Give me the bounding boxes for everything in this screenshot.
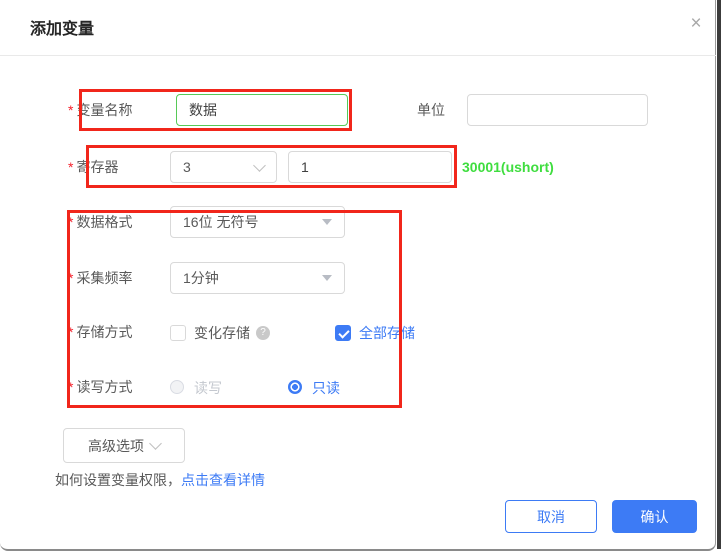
close-icon[interactable]: × <box>684 12 708 36</box>
sample-rate-label: * 采集频率 <box>68 262 132 294</box>
register-hint: 30001(ushort) <box>462 151 554 183</box>
data-format-label: * 数据格式 <box>68 206 132 238</box>
change-storage-checkbox[interactable] <box>170 325 186 341</box>
header-divider <box>0 55 716 56</box>
all-storage-checkbox[interactable] <box>335 325 351 341</box>
data-format-value: 16位 无符号 <box>183 212 258 232</box>
read-only-option-label[interactable]: 只读 <box>312 380 340 396</box>
cancel-button[interactable]: 取消 <box>505 500 597 533</box>
unit-label: 单位 <box>417 94 445 126</box>
read-write-option-label: 读写 <box>194 380 222 396</box>
chevron-down-icon <box>253 159 266 172</box>
confirm-button[interactable]: 确认 <box>612 500 697 533</box>
caret-down-icon <box>322 219 332 225</box>
storage-label: * 存储方式 <box>68 316 132 348</box>
chevron-down-icon <box>149 437 162 450</box>
dialog-title: 添加变量 <box>30 15 94 39</box>
sample-rate-select[interactable]: 1分钟 <box>170 262 345 294</box>
required-marker: * <box>68 324 73 340</box>
data-format-label-text: 数据格式 <box>76 212 132 232</box>
background-window-edge <box>717 0 721 549</box>
caret-down-icon <box>322 275 332 281</box>
storage-label-text: 存储方式 <box>76 322 132 342</box>
register-type-select[interactable]: 3 <box>170 151 277 183</box>
register-address-input[interactable] <box>288 151 452 183</box>
unit-input[interactable] <box>467 94 648 126</box>
required-marker: * <box>68 159 73 175</box>
rw-label: * 读写方式 <box>68 371 132 403</box>
advanced-options-button[interactable]: 高级选项 <box>63 428 185 463</box>
all-storage-option-label[interactable]: 全部存储 <box>359 325 415 341</box>
permission-help-text: 如何设置变量权限，点击查看详情 <box>55 470 265 490</box>
view-details-link[interactable]: 点击查看详情 <box>181 472 265 488</box>
read-only-radio[interactable] <box>288 380 302 394</box>
required-marker: * <box>68 379 73 395</box>
variable-name-label-text: 变量名称 <box>76 100 132 120</box>
register-label-text: 寄存器 <box>76 157 118 177</box>
required-marker: * <box>68 102 73 118</box>
sample-rate-value: 1分钟 <box>183 268 219 288</box>
advanced-options-label: 高级选项 <box>88 436 144 456</box>
read-write-radio[interactable] <box>170 380 184 394</box>
sample-rate-label-text: 采集频率 <box>76 268 132 288</box>
data-format-select[interactable]: 16位 无符号 <box>170 206 345 238</box>
unit-label-text: 单位 <box>417 100 445 120</box>
required-marker: * <box>68 214 73 230</box>
permission-help-prefix: 如何设置变量权限， <box>55 472 181 488</box>
required-marker: * <box>68 270 73 286</box>
help-icon[interactable]: ? <box>256 326 270 340</box>
change-storage-option-label[interactable]: 变化存储 <box>194 325 250 341</box>
screenshot-canvas: 添加变量 × * 变量名称 单位 * 寄存器 3 30001(ushort) *… <box>0 0 721 560</box>
variable-name-input[interactable] <box>176 94 348 126</box>
add-variable-dialog: 添加变量 × * 变量名称 单位 * 寄存器 3 30001(ushort) *… <box>0 0 716 551</box>
register-label: * 寄存器 <box>68 151 118 183</box>
variable-name-label: * 变量名称 <box>68 94 132 126</box>
rw-label-text: 读写方式 <box>76 377 132 397</box>
register-type-value: 3 <box>183 159 191 175</box>
